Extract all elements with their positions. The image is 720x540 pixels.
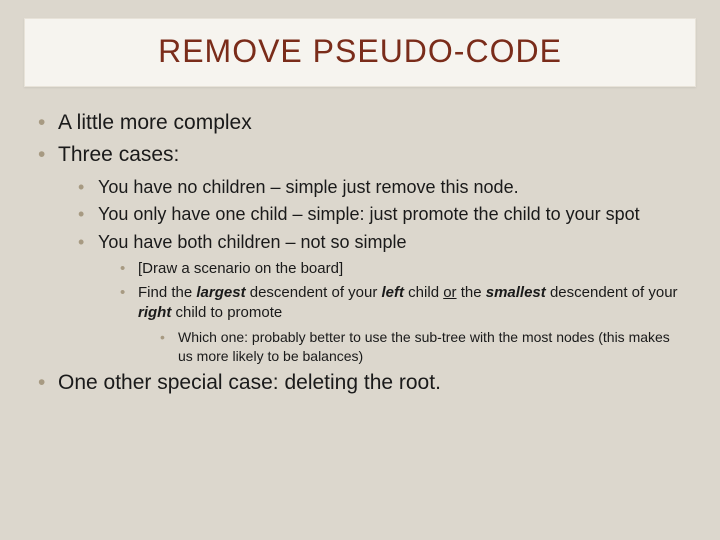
emphasis: smallest — [486, 284, 546, 301]
bullet-text: the — [457, 284, 486, 301]
title-box: REMOVE PSEUDO-CODE — [24, 18, 696, 87]
bullet-text: descendent of your — [546, 284, 678, 301]
bullet-text: descendent of your — [246, 284, 382, 301]
slide-content: A little more complex Three cases: You h… — [0, 87, 720, 398]
bullet-item: You have no children – simple just remov… — [76, 176, 684, 200]
bullet-item: Find the largest descendent of your left… — [118, 283, 684, 365]
bullet-list: You have no children – simple just remov… — [58, 176, 684, 366]
bullet-list: A little more complex Three cases: You h… — [36, 109, 684, 398]
bullet-item: Which one: probably better to use the su… — [158, 328, 684, 366]
bullet-list: Which one: probably better to use the su… — [138, 328, 684, 366]
slide-title: REMOVE PSEUDO-CODE — [35, 33, 685, 70]
bullet-text: child — [404, 284, 443, 301]
emphasis: largest — [196, 284, 245, 301]
bullet-item: You only have one child – simple: just p… — [76, 203, 684, 227]
bullet-text: Find the — [138, 284, 196, 301]
slide: REMOVE PSEUDO-CODE A little more complex… — [0, 18, 720, 540]
bullet-item: Three cases: You have no children – simp… — [36, 141, 684, 365]
bullet-item: One other special case: deleting the roo… — [36, 369, 684, 397]
bullet-item: [Draw a scenario on the board] — [118, 259, 684, 279]
bullet-text: child to promote — [171, 304, 282, 321]
bullet-text: You have both children – not so simple — [98, 232, 407, 252]
emphasis: left — [382, 284, 405, 301]
emphasis: right — [138, 304, 171, 321]
bullet-text: Three cases: — [58, 143, 179, 166]
bullet-list: [Draw a scenario on the board] Find the … — [98, 259, 684, 366]
bullet-item: A little more complex — [36, 109, 684, 137]
bullet-item: You have both children – not so simple [… — [76, 231, 684, 365]
underline: or — [443, 284, 456, 301]
